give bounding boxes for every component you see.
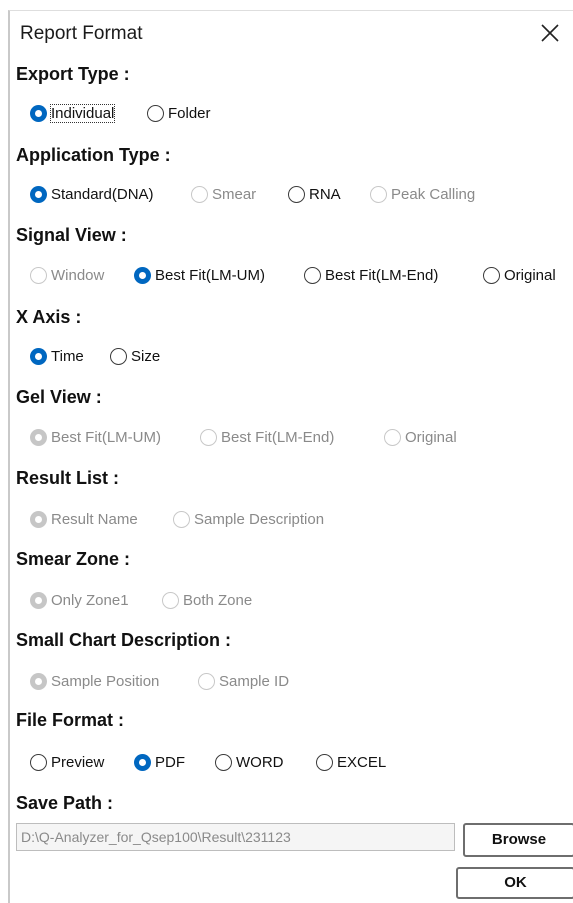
option-label: RNA [309,185,341,203]
signal-view-original-option[interactable]: Original [483,264,556,286]
result-list-sample-description-option: Sample Description [173,508,324,530]
option-label: Window [51,266,105,284]
option-label: Both Zone [183,591,253,609]
file-format-pdf-option[interactable]: PDF [134,751,185,773]
radio-unchecked-icon[interactable] [147,104,164,122]
option-label: Result Name [51,510,138,528]
application-type-label: Application Type : [16,145,171,165]
radio-disabled-icon [173,510,190,528]
signal-view-best-fit-lm-um-option[interactable]: Best Fit(LM-UM) [134,264,265,286]
application-type-rna-option[interactable]: RNA [288,183,341,205]
radio-checked-icon[interactable] [134,753,151,771]
option-label: Original [504,266,556,284]
x-axis-size-option[interactable]: Size [110,345,160,367]
option-label: EXCEL [337,753,387,771]
radio-disabled-icon [384,428,401,446]
export-type-individual-option[interactable]: Individual [30,102,116,124]
radio-disabled-icon [370,185,387,203]
small-chart-description-label: Small Chart Description : [16,630,232,650]
smear-zone-both-zone-option: Both Zone [162,589,252,611]
file-format-word-option[interactable]: WORD [215,751,284,773]
radio-checked-icon[interactable] [30,185,47,203]
option-label: Best Fit(LM-End) [221,428,335,446]
option-label: Best Fit(LM-UM) [155,266,265,284]
application-type-standard-option[interactable]: Standard(DNA) [30,183,154,205]
small-chart-sample-position-option: Sample Position [30,670,159,692]
option-label: Sample Position [51,672,160,690]
radio-unchecked-icon[interactable] [30,753,47,771]
radio-disabled-icon [191,185,208,203]
report-format-dialog: Report Format Export Type : Individual F… [8,10,573,903]
option-label: Standard(DNA) [51,185,154,203]
smear-zone-only-zone1-option: Only Zone1 [30,589,129,611]
option-label: Best Fit(LM-End) [325,266,439,284]
x-axis-label: X Axis : [16,307,82,327]
radio-unchecked-icon[interactable] [215,753,232,771]
option-label: WORD [236,753,284,771]
file-format-label: File Format : [16,710,125,730]
option-label: Sample Description [194,510,325,528]
radio-checked-icon[interactable] [30,104,47,122]
result-list-label: Result List : [16,468,120,488]
radio-checked-disabled-icon [30,510,47,528]
option-label: Preview [51,753,105,771]
radio-disabled-icon [198,672,215,690]
save-path-field[interactable]: D:\Q-Analyzer_for_Qsep100\Result\231123 [16,823,455,851]
radio-unchecked-icon[interactable] [304,266,321,284]
file-format-excel-option[interactable]: EXCEL [316,751,386,773]
option-label: Only Zone1 [51,591,129,609]
x-axis-time-option[interactable]: Time [30,345,84,367]
radio-checked-disabled-icon [30,591,47,609]
radio-disabled-icon [162,591,179,609]
radio-checked-disabled-icon [30,428,47,446]
option-label: Size [131,347,161,365]
export-type-label: Export Type : [16,64,130,84]
option-label: Best Fit(LM-UM) [51,428,161,446]
save-path-label: Save Path : [16,793,114,813]
option-label: Individual [49,103,116,123]
radio-unchecked-icon[interactable] [316,753,333,771]
small-chart-sample-id-option: Sample ID [198,670,289,692]
close-icon[interactable] [540,23,560,43]
file-format-preview-option[interactable]: Preview [30,751,104,773]
option-label: Smear [212,185,257,203]
option-label: Peak Calling [391,185,476,203]
option-label: PDF [155,753,185,771]
signal-view-window-option: Window [30,264,104,286]
smear-zone-label: Smear Zone : [16,549,131,569]
radio-checked-icon[interactable] [134,266,151,284]
option-label: Sample ID [219,672,290,690]
gel-view-original-option: Original [384,426,457,448]
radio-checked-disabled-icon [30,672,47,690]
radio-disabled-icon [30,266,47,284]
radio-unchecked-icon[interactable] [288,185,305,203]
result-list-result-name-option: Result Name [30,508,138,530]
title-bar: Report Format [10,11,573,55]
signal-view-best-fit-lm-end-option[interactable]: Best Fit(LM-End) [304,264,438,286]
dialog-title: Report Format [20,23,143,44]
radio-unchecked-icon[interactable] [483,266,500,284]
application-type-peak-calling-option: Peak Calling [370,183,475,205]
radio-unchecked-icon[interactable] [110,347,127,365]
signal-view-label: Signal View : [16,225,127,245]
application-type-smear-option: Smear [191,183,256,205]
gel-view-best-fit-lm-um-option: Best Fit(LM-UM) [30,426,161,448]
export-type-folder-option[interactable]: Folder [147,102,211,124]
ok-button[interactable]: OK [456,867,573,899]
browse-button[interactable]: Browse [463,823,573,857]
radio-disabled-icon [200,428,217,446]
gel-view-best-fit-lm-end-option: Best Fit(LM-End) [200,426,334,448]
gel-view-label: Gel View : [16,387,102,407]
option-label: Original [405,428,457,446]
option-label: Folder [168,104,211,122]
option-label: Time [51,347,84,365]
radio-checked-icon[interactable] [30,347,47,365]
